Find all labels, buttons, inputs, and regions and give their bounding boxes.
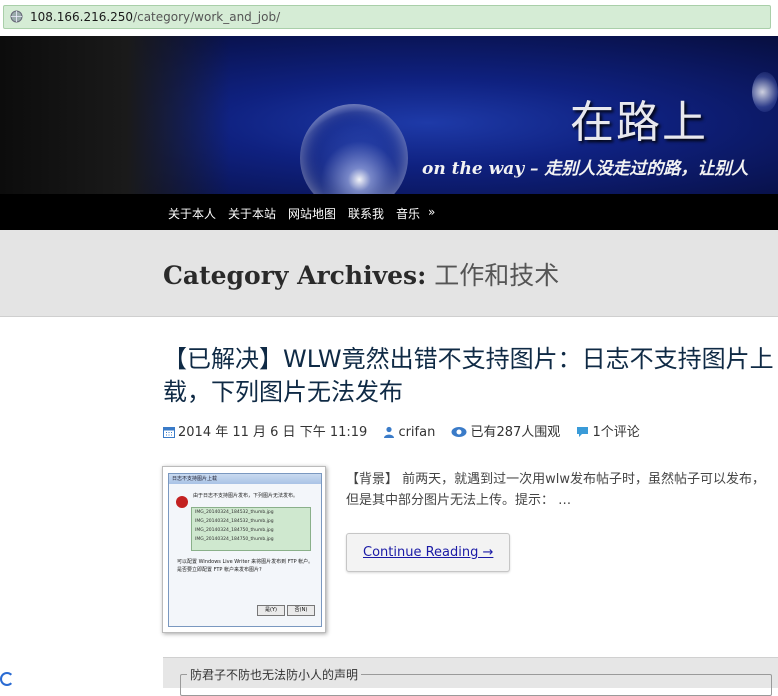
thumbnail-hint: 可以配置 Windows Live Writer 来将图片发布到 FTP 帐户。… <box>177 558 313 574</box>
loading-icon <box>0 672 14 686</box>
thumbnail-hint-line1: 可以配置 Windows Live Writer 来将图片发布到 FTP 帐户。 <box>177 559 314 565</box>
url-host: 108.166.216.250 <box>30 10 134 24</box>
thumbnail-no-button: 否(N) <box>287 605 315 616</box>
thumbnail-message: 由于日志不支持图片发布，下列图片无法发布。 <box>193 493 299 499</box>
bubble-decoration <box>300 104 408 194</box>
calendar-icon <box>163 427 175 438</box>
browser-address-bar: 108.166.216.250/category/work_and_job/ <box>0 0 778 34</box>
list-item: IMG_20140324_184750_thumb.jpg <box>195 528 274 533</box>
nav-item-contact[interactable]: 联系我 <box>348 205 384 222</box>
banner-dark-area <box>0 36 230 194</box>
notice-label: 防君子不防也无法防小人的声明 <box>187 666 362 683</box>
main-nav: 关于本人 关于本站 网站地图 联系我 音乐 » <box>0 194 778 230</box>
bubble-decoration-small <box>752 72 778 112</box>
post-date[interactable]: 2014 年 11 月 6 日 下午 11:19 <box>178 425 367 440</box>
post-thumbnail[interactable]: 日志不支持图片上载 由于日志不支持图片发布，下列图片无法发布。 IMG_2014… <box>162 466 326 633</box>
comment-icon <box>577 427 589 437</box>
url-text: 108.166.216.250/category/work_and_job/ <box>30 10 280 24</box>
site-tagline: on the way – 走别人没走过的路，让别人 <box>422 159 749 179</box>
thumbnail-yes-button: 是(Y) <box>257 605 285 616</box>
user-icon <box>384 426 395 438</box>
eye-icon <box>451 427 467 437</box>
url-path: /category/work_and_job/ <box>133 10 281 24</box>
nav-more-arrow[interactable]: » <box>428 205 435 219</box>
nav-item-about-site[interactable]: 关于本站 <box>228 205 276 222</box>
globe-icon <box>10 10 23 23</box>
post-author-wrap: crifan <box>383 425 445 440</box>
site-header-banner: 在路上 on the way – 走别人没走过的路，让别人 <box>0 36 778 194</box>
archive-header: Category Archives: 工作和技术 <box>0 230 778 317</box>
archive-category: 工作和技术 <box>434 261 560 290</box>
list-item: IMG_20140324_184532_thumb.jpg <box>195 510 274 515</box>
thumbnail-file-list: IMG_20140324_184532_thumb.jpg IMG_201403… <box>191 507 311 551</box>
continue-reading-label[interactable]: Continue Reading → <box>363 545 493 560</box>
thumbnail-dialog: 日志不支持图片上载 由于日志不支持图片发布，下列图片无法发布。 IMG_2014… <box>168 473 322 627</box>
nav-item-sitemap[interactable]: 网站地图 <box>288 205 336 222</box>
url-field[interactable]: 108.166.216.250/category/work_and_job/ <box>3 5 771 29</box>
post-date-wrap: 2014 年 11 月 6 日 下午 11:19 <box>163 425 377 440</box>
post-title[interactable]: 【已解决】WLW竟然出错不支持图片：日志不支持图片上载，下列图片无法发布 <box>163 343 778 409</box>
post-views: 已有287人围观 <box>470 425 561 440</box>
post-excerpt: 【背景】 前两天，就遇到过一次用wlw发布帖子时，虽然帖子可以发布，但是其中部分… <box>346 472 766 508</box>
archive-label: Category Archives: <box>163 261 427 290</box>
thumbnail-dialog-title: 日志不支持图片上载 <box>169 474 321 484</box>
post-comments-wrap: 1个评论 <box>576 425 645 440</box>
post-comments[interactable]: 1个评论 <box>592 425 639 440</box>
list-item: IMG_20140324_184750_thumb.jpg <box>195 537 274 542</box>
nav-item-about-me[interactable]: 关于本人 <box>168 205 216 222</box>
post-meta: 2014 年 11 月 6 日 下午 11:19 crifan 已有287人围观… <box>163 421 652 440</box>
list-item: IMG_20140324_184532_thumb.jpg <box>195 519 274 524</box>
error-icon <box>176 496 188 508</box>
site-title[interactable]: 在路上 <box>570 86 708 150</box>
nav-item-music[interactable]: 音乐 <box>396 205 420 222</box>
archive-title: Category Archives: 工作和技术 <box>163 256 559 292</box>
thumbnail-hint-line2: 是否要立即配置 FTP 帐户来发布图片? <box>177 567 262 573</box>
post-author[interactable]: crifan <box>398 425 435 440</box>
notice-section: 防君子不防也无法防小人的声明 <box>163 657 778 696</box>
post-views-wrap: 已有287人围观 <box>451 425 570 440</box>
continue-reading-button[interactable]: Continue Reading → <box>346 533 510 572</box>
